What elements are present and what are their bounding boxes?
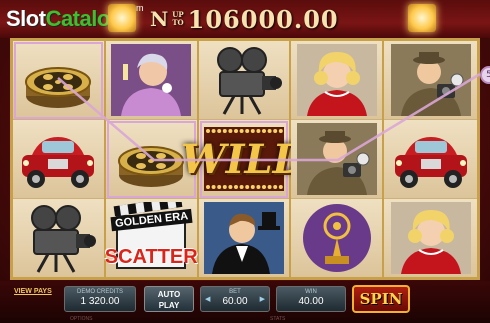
jackpot-display: N UP TO 106000.00 bbox=[150, 4, 339, 34]
reel-4 bbox=[291, 41, 385, 277]
top-banner: SlotCatalog .com N UPTO 106000.00 bbox=[0, 0, 490, 38]
symbol-vintage-car bbox=[384, 120, 477, 199]
bet-control: ◀ BET 60.00 ▶ bbox=[200, 286, 270, 312]
symbol-film-reel bbox=[13, 41, 104, 120]
win-label: WIN bbox=[305, 289, 317, 295]
wild-label: WILD bbox=[180, 135, 308, 183]
symbol-movie-camera bbox=[13, 199, 104, 277]
view-pays-link[interactable]: VIEW PAYS bbox=[14, 288, 52, 295]
jackpot-amount: 106000.00 bbox=[187, 4, 339, 34]
symbol-actor-tuxedo bbox=[198, 199, 290, 277]
lamp-right-icon bbox=[408, 4, 436, 32]
win-value: 40.00 bbox=[298, 296, 324, 307]
win-line-badge: 5 bbox=[480, 66, 490, 84]
credits-label: DEMO CREDITS bbox=[76, 289, 123, 295]
symbol-movie-camera bbox=[198, 41, 290, 120]
control-panel: VIEW PAYS DEMO CREDITS 1 320.00 AUTO PLAY… bbox=[0, 281, 490, 323]
symbol-wild: WILD bbox=[181, 120, 307, 199]
credits-display: DEMO CREDITS 1 320.00 bbox=[64, 286, 136, 312]
stats-label[interactable]: STATS bbox=[270, 316, 285, 322]
symbol-blonde-starlet bbox=[291, 41, 383, 120]
jackpot-prefix: N bbox=[150, 7, 169, 31]
symbol-photographer bbox=[384, 41, 477, 120]
spin-button[interactable]: SPIN bbox=[352, 285, 410, 313]
symbol-golden-award bbox=[291, 199, 383, 277]
reel-5 bbox=[384, 41, 477, 277]
reel-1 bbox=[13, 41, 106, 277]
site-logo: SlotCatalog bbox=[6, 6, 123, 31]
symbol-diva-lady bbox=[105, 41, 197, 120]
symbol-photographer bbox=[291, 120, 383, 199]
credits-value: 1 320.00 bbox=[80, 296, 120, 307]
reel-3: WILD bbox=[181, 41, 307, 277]
autoplay-button[interactable]: AUTO PLAY bbox=[144, 286, 194, 312]
scatter-label: SCATTER bbox=[104, 246, 198, 268]
reel-grid: GOLDEN ERA SCATTER WILD bbox=[10, 38, 480, 280]
bet-increase-icon[interactable]: ▶ bbox=[260, 295, 265, 303]
symbol-vintage-car bbox=[13, 120, 104, 199]
game-stage: SlotCatalog .com N UPTO 106000.00 GOLDEN… bbox=[0, 0, 490, 323]
jackpot-up-to: UP TO bbox=[172, 10, 184, 27]
symbol-scatter-clapperboard: GOLDEN ERA SCATTER bbox=[104, 199, 198, 277]
lamp-left-icon bbox=[108, 4, 136, 32]
win-display: WIN 40.00 bbox=[276, 286, 346, 312]
options-label[interactable]: OPTIONS bbox=[70, 316, 93, 322]
bet-decrease-icon[interactable]: ◀ bbox=[205, 295, 210, 303]
symbol-blonde-starlet bbox=[384, 199, 477, 277]
